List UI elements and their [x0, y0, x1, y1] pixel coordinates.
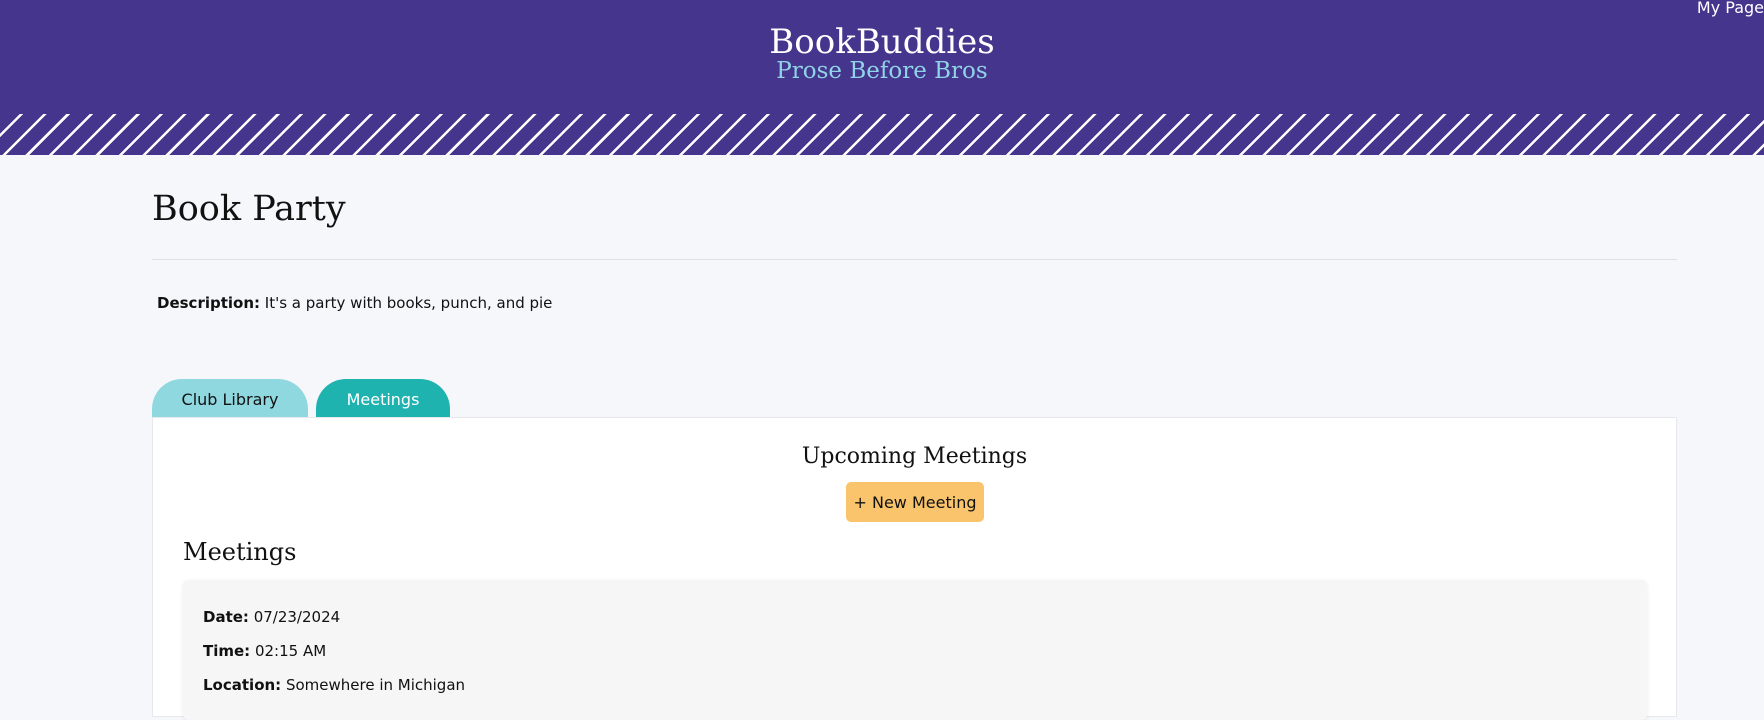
- site-header: BookBuddies Prose Before Bros My Page: [0, 0, 1764, 114]
- meeting-date-value: 07/23/2024: [253, 608, 341, 626]
- meeting-time: Time: 02:15 AM: [203, 640, 326, 662]
- meeting-location: Location: Somewhere in Michigan: [203, 674, 465, 696]
- meeting-date: Date: 07/23/2024: [203, 606, 340, 628]
- tab-club-library[interactable]: Club Library: [152, 379, 308, 418]
- my-page-link[interactable]: My Page: [1697, 0, 1764, 17]
- description-label: Description:: [157, 294, 261, 312]
- meetings-list-heading: Meetings: [183, 538, 297, 566]
- meeting-time-label: Time:: [203, 642, 251, 660]
- title-divider: [152, 259, 1677, 260]
- meeting-card: Date: 07/23/2024 Time: 02:15 AM Location…: [183, 580, 1647, 720]
- decorative-stripe-band: [0, 114, 1764, 155]
- tab-meetings[interactable]: Meetings: [316, 379, 450, 418]
- meetings-panel: Upcoming Meetings + New Meeting Meetings…: [152, 417, 1677, 720]
- club-description: Description: It's a party with books, pu…: [157, 292, 552, 314]
- page-title: Book Party: [152, 189, 346, 229]
- upcoming-meetings-heading: Upcoming Meetings: [801, 444, 1028, 469]
- meeting-date-label: Date:: [203, 608, 249, 626]
- meeting-location-value: Somewhere in Michigan: [285, 676, 466, 694]
- description-text: It's a party with books, punch, and pie: [264, 294, 553, 312]
- new-meeting-button[interactable]: + New Meeting: [846, 482, 984, 522]
- meeting-location-label: Location:: [203, 676, 282, 694]
- brand-tagline: Prose Before Bros: [776, 58, 988, 84]
- meeting-time-value: 02:15 AM: [254, 642, 327, 660]
